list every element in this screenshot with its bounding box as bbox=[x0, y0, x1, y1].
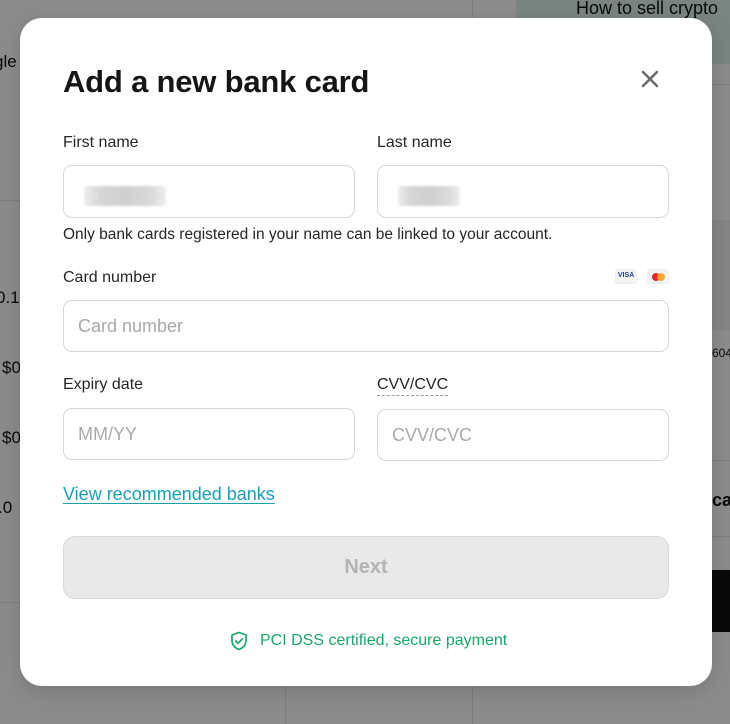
cvv-label[interactable]: CVV/CVC bbox=[377, 376, 449, 396]
visa-icon: VISA bbox=[615, 269, 637, 284]
last-name-field[interactable] bbox=[378, 166, 668, 217]
close-button[interactable] bbox=[637, 66, 663, 92]
expiry-date-label: Expiry date bbox=[63, 376, 144, 393]
view-recommended-banks-link[interactable]: View recommended banks bbox=[63, 484, 275, 505]
secure-payment-text: PCI DSS certified, secure payment bbox=[260, 632, 508, 649]
mastercard-icon bbox=[647, 269, 669, 284]
first-name-label: First name bbox=[63, 134, 139, 151]
last-name-label: Last name bbox=[377, 134, 452, 151]
first-name-field[interactable] bbox=[64, 166, 354, 217]
add-bank-card-modal: Add a new bank card First name Last name… bbox=[20, 18, 712, 686]
card-number-field-wrapper bbox=[63, 300, 669, 352]
card-number-label: Card number bbox=[63, 269, 157, 286]
modal-title: Add a new bank card bbox=[63, 64, 370, 99]
cvv-field-wrapper bbox=[377, 409, 669, 461]
first-name-field-wrapper bbox=[63, 165, 355, 218]
expiry-date-field[interactable] bbox=[64, 409, 354, 459]
cvv-field[interactable] bbox=[378, 410, 668, 460]
shield-check-icon bbox=[231, 631, 247, 651]
close-icon bbox=[641, 70, 659, 88]
last-name-field-wrapper bbox=[377, 165, 669, 218]
card-number-field[interactable] bbox=[64, 301, 668, 351]
next-button[interactable]: Next bbox=[63, 536, 669, 599]
secure-payment-note: PCI DSS certified, secure payment bbox=[230, 630, 507, 652]
expiry-date-field-wrapper bbox=[63, 408, 355, 460]
name-hint: Only bank cards registered in your name … bbox=[63, 226, 553, 243]
